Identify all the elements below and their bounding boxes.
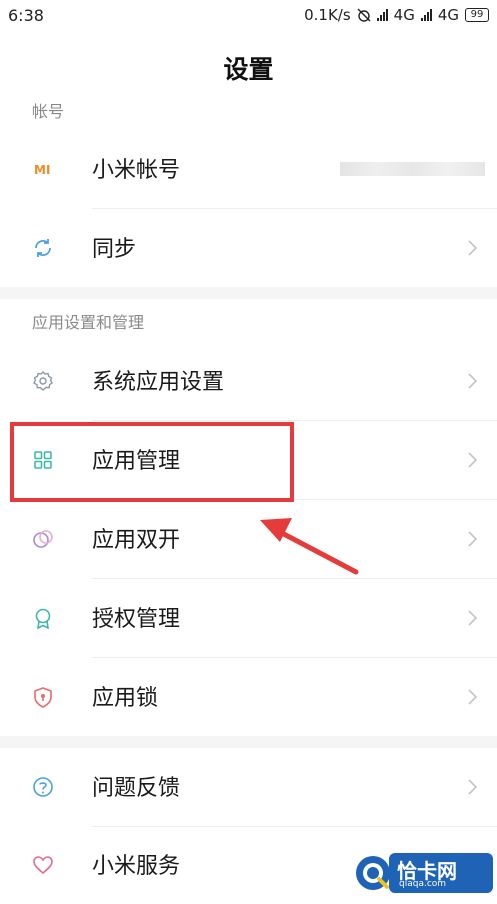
- highlight-box: [10, 422, 294, 502]
- section-label-apps: 应用设置和管理: [32, 313, 145, 332]
- permissions-label: 授权管理: [92, 607, 181, 632]
- chevron-right-icon: [468, 779, 478, 795]
- network-speed: 0.1K/s: [304, 6, 351, 24]
- annotation-arrow-icon: [260, 518, 359, 575]
- chevron-right-icon: [468, 689, 478, 705]
- sync-icon: [35, 239, 51, 257]
- list-item-system-apps[interactable]: 系统应用设置: [0, 342, 497, 420]
- svg-text:MI: MI: [34, 163, 50, 177]
- system-apps-label: 系统应用设置: [92, 370, 225, 395]
- award-badge-icon: [35, 608, 51, 629]
- watermark-domain: qiaqa.com: [399, 879, 447, 889]
- mi-logo-icon: MI: [34, 163, 50, 177]
- chevron-right-icon: [468, 531, 478, 547]
- alarm-off-icon: [357, 8, 371, 22]
- mi-service-label: 小米服务: [92, 854, 181, 879]
- section-label-account: 帐号: [32, 102, 65, 121]
- heart-icon: [33, 856, 53, 875]
- watermark: 恰卡网 qiaqa.com: [353, 853, 493, 893]
- account-value-blurred: [340, 162, 485, 176]
- battery-icon: 99: [465, 8, 489, 22]
- dual-circles-icon: [33, 530, 53, 548]
- chevron-right-icon: [468, 240, 478, 256]
- gear-icon: [33, 371, 53, 391]
- app-lock-label: 应用锁: [92, 686, 159, 711]
- dual-apps-label: 应用双开: [92, 528, 181, 553]
- sync-label: 同步: [92, 237, 137, 262]
- page-title: 设置: [223, 55, 274, 84]
- status-right: 0.1K/s 4G 4G 99: [304, 6, 489, 24]
- network-type-2: 4G: [437, 6, 459, 24]
- list-item-mi-account[interactable]: MI 小米帐号: [0, 130, 497, 208]
- chevron-right-icon: [468, 452, 478, 468]
- shield-lock-icon: [34, 687, 52, 708]
- chevron-right-icon: [468, 610, 478, 626]
- list-item-feedback[interactable]: 问题反馈: [0, 748, 497, 826]
- status-time: 6:38: [8, 6, 44, 25]
- list-item-sync[interactable]: 同步: [0, 209, 497, 287]
- list-item-dual-apps[interactable]: 应用双开: [0, 500, 497, 578]
- chevron-right-icon: [468, 373, 478, 389]
- title-bar: 设置: [0, 32, 497, 102]
- network-type-1: 4G: [393, 6, 415, 24]
- list-item-app-lock[interactable]: 应用锁: [0, 658, 497, 736]
- list-item-permissions[interactable]: 授权管理: [0, 579, 497, 657]
- mi-account-label: 小米帐号: [92, 158, 181, 183]
- section-gap: [0, 287, 497, 299]
- question-icon: [33, 777, 53, 797]
- feedback-label: 问题反馈: [92, 776, 181, 801]
- signal-icon-1: [376, 9, 388, 21]
- status-bar: 6:38 0.1K/s 4G 4G 99: [0, 0, 497, 32]
- signal-icon-2: [420, 9, 432, 21]
- section-gap: [0, 736, 497, 748]
